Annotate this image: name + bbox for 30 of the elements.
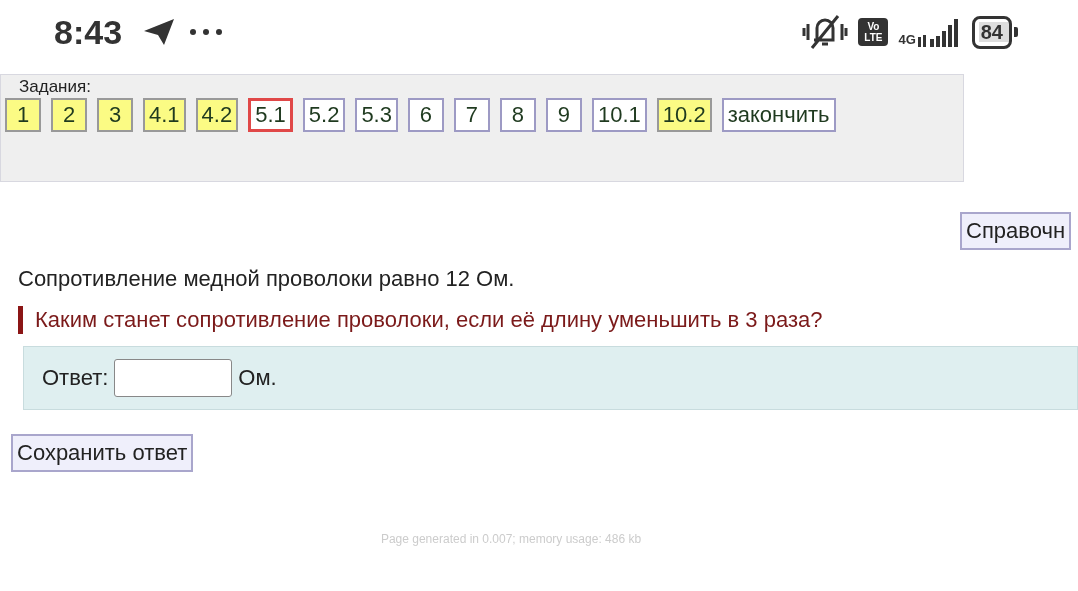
question-text: Каким станет сопротивление проволоки, если её длину уменьшить в 3 раза? [18, 306, 1078, 334]
task-button[interactable]: 9 [545, 98, 582, 132]
battery-icon: 84 [971, 15, 1012, 49]
reference-button[interactable]: Справочн [960, 212, 1072, 250]
task-button[interactable]: 1 [5, 98, 41, 132]
task-button[interactable]: 4.1 [143, 98, 186, 132]
volte-icon: Vo LTE [858, 18, 889, 46]
task-button[interactable]: 2 [51, 98, 87, 132]
tasks-label: Задания: [19, 77, 92, 97]
finish-button[interactable]: закончить [721, 98, 836, 132]
task-button[interactable]: 5.3 [355, 98, 398, 132]
task-button[interactable]: 6 [407, 98, 444, 132]
task-button[interactable]: 10.1 [591, 98, 647, 132]
task-button[interactable]: 8 [499, 98, 536, 132]
answer-field[interactable] [114, 359, 233, 397]
task-button[interactable]: 4.2 [195, 98, 239, 132]
task-button[interactable]: 5.2 [302, 98, 346, 132]
clock-time: 8:43 [54, 12, 123, 52]
task-button[interactable]: 3 [97, 98, 133, 132]
unit-label: Ом. [238, 365, 277, 391]
answer-label: Ответ: [42, 365, 109, 391]
network-label: 4G [898, 32, 916, 47]
task-button[interactable]: 5.1 [248, 98, 293, 132]
save-button[interactable]: Сохранить ответ [11, 434, 194, 472]
task-button[interactable]: 10.2 [656, 98, 712, 132]
task-button[interactable]: 7 [453, 98, 490, 132]
paper-plane-icon [142, 17, 177, 47]
more-icon [190, 29, 223, 35]
muted-bell-icon [802, 14, 849, 50]
problem-statement: Сопротивление медной проволоки равно 12 Ом. [18, 266, 516, 292]
